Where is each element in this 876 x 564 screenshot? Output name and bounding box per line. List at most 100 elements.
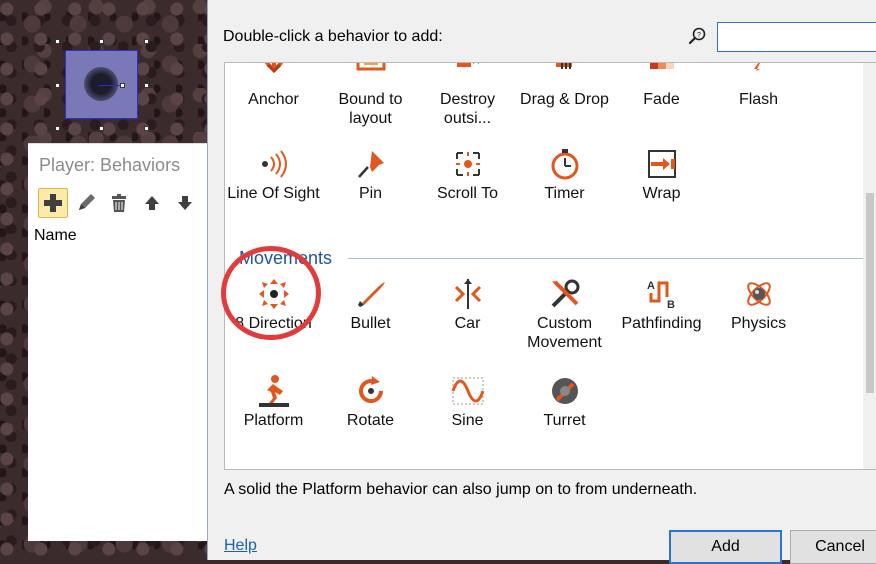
behavior-label: Destroy outsi...: [439, 91, 496, 127]
custom-movement-icon: [548, 277, 582, 311]
behavior-item-bound-to-layout[interactable]: Bound to layout: [322, 63, 419, 128]
move-down-icon[interactable]: [170, 188, 200, 218]
resize-handle[interactable]: [55, 83, 60, 88]
delete-icon[interactable]: [104, 188, 134, 218]
behavior-item-physics[interactable]: Physics: [710, 277, 807, 333]
flash-icon: [742, 63, 776, 87]
dialog-instruction: Double-click a behavior to add:: [223, 28, 443, 45]
behavior-item-turret[interactable]: Turret: [516, 374, 613, 430]
pathfinding-icon: AB: [645, 277, 679, 311]
behavior-label: Car: [454, 315, 481, 332]
behavior-label: Drag & Drop: [520, 91, 609, 108]
behavior-item-pathfinding[interactable]: AB Pathfinding: [613, 277, 710, 333]
scrollbar-thumb[interactable]: [866, 193, 874, 393]
add-behavior-dialog: Double-click a behavior to add: ? Anchor…: [207, 0, 876, 564]
svg-text:A: A: [647, 280, 655, 292]
behavior-item-car[interactable]: Car: [419, 277, 516, 333]
behavior-label: Bound to layout: [338, 91, 403, 127]
player-sprite-image: [84, 67, 118, 101]
list-scrollbar[interactable]: [863, 63, 876, 469]
behavior-item-sine[interactable]: Sine: [419, 374, 516, 430]
resize-handle[interactable]: [55, 126, 60, 131]
cancel-button[interactable]: Cancel: [790, 530, 876, 564]
resize-handle[interactable]: [144, 83, 149, 88]
help-link[interactable]: Help: [224, 537, 257, 555]
behavior-label: Platform: [243, 412, 304, 429]
behavior-label: Flash: [738, 91, 779, 108]
behavior-label: Scroll To: [436, 185, 499, 202]
drag-drop-icon: [548, 63, 582, 87]
behavior-item-drag-drop[interactable]: Drag & Drop: [516, 63, 613, 109]
behavior-label: Sine: [451, 412, 484, 429]
behavior-label: Custom Movement: [527, 315, 602, 351]
behavior-item-platform[interactable]: Platform: [225, 374, 322, 430]
behavior-label: Physics: [730, 315, 787, 332]
line-of-sight-icon: [257, 147, 291, 181]
behavior-label: Turret: [543, 412, 586, 429]
behavior-label: Pin: [358, 185, 383, 202]
behavior-item-fade[interactable]: Fade: [613, 63, 710, 109]
resize-handle[interactable]: [120, 83, 125, 88]
section-header-movements: Movements: [239, 248, 333, 268]
behavior-label: Rotate: [346, 412, 395, 429]
svg-text:?: ?: [697, 32, 701, 39]
behavior-label: Fade: [643, 91, 680, 108]
behavior-list: Anchor Bound to layout Destroy outsi... …: [224, 62, 876, 470]
pin-icon: [354, 147, 388, 181]
bound-to-layout-icon: [354, 63, 388, 87]
player-sprite[interactable]: [65, 50, 138, 119]
scroll-to-icon: [451, 147, 485, 181]
resize-handle[interactable]: [55, 39, 60, 44]
behavior-label: Line Of Sight: [227, 185, 320, 202]
behavior-item-wrap[interactable]: Wrap: [613, 147, 710, 203]
behavior-item-scroll-to[interactable]: Scroll To: [419, 147, 516, 203]
selected-sprite[interactable]: [55, 39, 149, 131]
add-button[interactable]: Add: [669, 530, 782, 564]
move-up-icon[interactable]: [137, 188, 167, 218]
timer-icon: [548, 147, 582, 181]
sine-icon: [451, 374, 485, 408]
behaviors-panel: Player: Behaviors Name: [28, 143, 207, 541]
resize-handle[interactable]: [144, 39, 149, 44]
wrap-icon: [645, 147, 679, 181]
resize-handle[interactable]: [99, 126, 104, 131]
behavior-description: A solid the Platform behavior can also j…: [224, 481, 698, 498]
eight-direction-icon: [257, 277, 291, 311]
behavior-item-flash[interactable]: Flash: [710, 63, 807, 109]
car-icon: [451, 277, 485, 311]
behavior-item-bullet[interactable]: Bullet: [322, 277, 419, 333]
resize-handle[interactable]: [144, 126, 149, 131]
panel-title: Player: Behaviors: [39, 155, 181, 175]
section-divider: [348, 258, 863, 259]
behavior-label: Timer: [544, 185, 585, 202]
destroy-outside-icon: [451, 63, 485, 87]
fade-icon: [645, 63, 679, 87]
search-icon: ?: [687, 26, 707, 46]
platform-icon: [257, 374, 291, 408]
behavior-label: 8 Direction: [235, 315, 312, 332]
bullet-icon: [354, 277, 388, 311]
add-icon[interactable]: [38, 188, 68, 218]
behavior-item-destroy-outside[interactable]: Destroy outsi...: [419, 63, 516, 128]
physics-icon: [742, 277, 776, 311]
rotate-icon: [354, 374, 388, 408]
svg-text:B: B: [667, 299, 675, 311]
resize-handle[interactable]: [99, 39, 104, 44]
behavior-label: Wrap: [642, 185, 681, 202]
turret-icon: [548, 374, 582, 408]
behavior-item-anchor[interactable]: Anchor: [225, 63, 322, 109]
behavior-label: Bullet: [350, 315, 391, 332]
behavior-item-custom-movement[interactable]: Custom Movement: [516, 277, 613, 352]
behavior-item-rotate[interactable]: Rotate: [322, 374, 419, 430]
search-input[interactable]: [717, 22, 876, 52]
behavior-label: Anchor: [248, 91, 299, 108]
anchor-icon: [257, 63, 291, 87]
behavior-item-8-direction[interactable]: 8 Direction: [225, 277, 322, 333]
behavior-label: Pathfinding: [621, 315, 702, 332]
edit-icon[interactable]: [71, 188, 101, 218]
panel-toolbar: [38, 188, 200, 218]
behavior-item-pin[interactable]: Pin: [322, 147, 419, 203]
column-header-name: Name: [34, 227, 77, 244]
behavior-item-line-of-sight[interactable]: Line Of Sight: [225, 147, 322, 203]
behavior-item-timer[interactable]: Timer: [516, 147, 613, 203]
